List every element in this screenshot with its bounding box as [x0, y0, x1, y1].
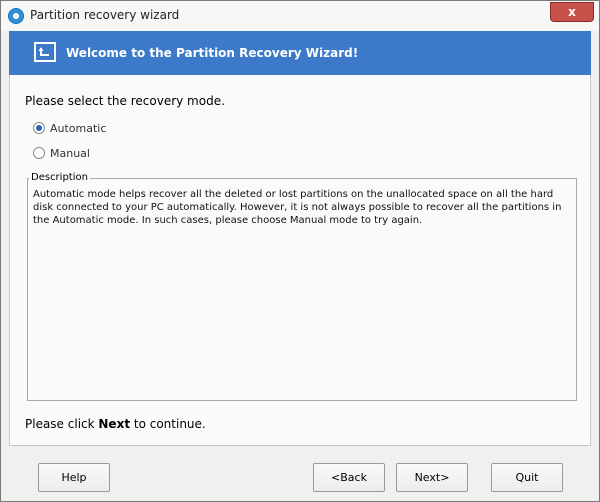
- radio-manual[interactable]: Manual: [33, 146, 90, 160]
- radio-automatic[interactable]: Automatic: [33, 121, 106, 135]
- wizard-content: Please select the recovery mode. Automat…: [9, 75, 591, 445]
- radio-automatic-indicator[interactable]: [33, 122, 45, 134]
- app-icon: [8, 8, 24, 24]
- continue-next: Next: [98, 417, 131, 431]
- continue-prefix: Please click: [25, 417, 99, 431]
- wizard-banner: Welcome to the Partition Recovery Wizard…: [9, 31, 591, 75]
- close-button[interactable]: x: [550, 2, 594, 22]
- help-button[interactable]: Help: [38, 463, 110, 492]
- description-text: Automatic mode helps recover all the del…: [33, 189, 562, 226]
- continue-suffix: to continue.: [130, 417, 206, 431]
- mode-prompt: Please select the recovery mode.: [25, 94, 225, 108]
- radio-automatic-label: Automatic: [50, 121, 107, 135]
- radio-manual-label: Manual: [50, 146, 90, 160]
- banner-title: Welcome to the Partition Recovery Wizard…: [66, 46, 359, 60]
- next-button[interactable]: Next>: [396, 463, 468, 492]
- description-group: Description Automatic mode helps recover…: [27, 172, 577, 401]
- window-title: Partition recovery wizard: [30, 8, 180, 22]
- wizard-window: Partition recovery wizard x Welcome to t…: [0, 0, 600, 502]
- back-button[interactable]: <Back: [313, 463, 385, 492]
- continue-hint: Please click Next to continue.: [25, 417, 206, 431]
- quit-button[interactable]: Quit: [491, 463, 563, 492]
- recovery-icon: [34, 42, 56, 62]
- radio-manual-indicator[interactable]: [33, 147, 45, 159]
- description-legend: Description: [29, 172, 90, 183]
- footer-separator: [9, 445, 591, 446]
- title-bar: Partition recovery wizard x: [1, 1, 599, 31]
